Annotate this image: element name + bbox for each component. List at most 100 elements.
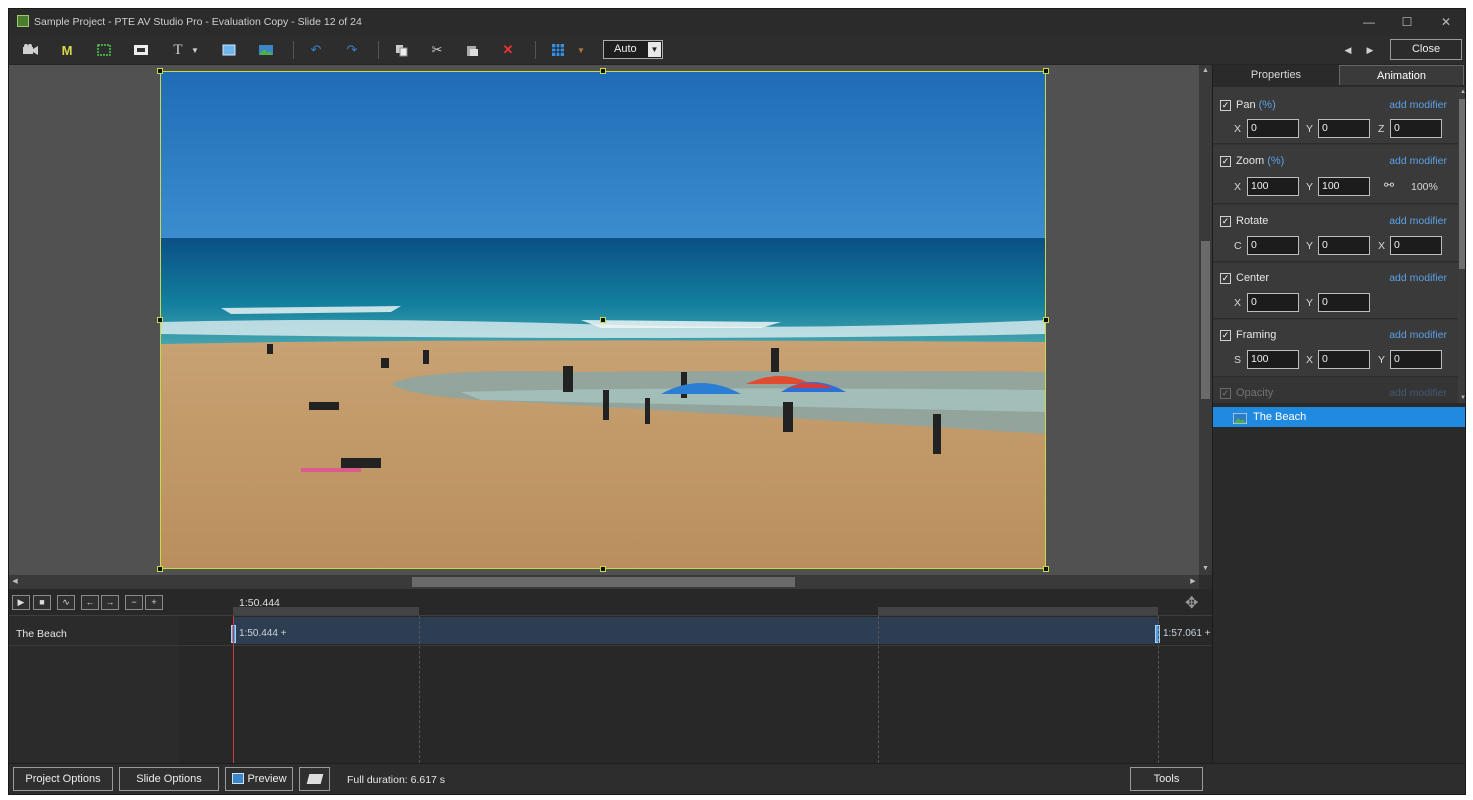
slide-boundary — [878, 616, 879, 763]
next-slide-icon[interactable]: ▶ — [1363, 41, 1377, 59]
framing-y-input[interactable]: 0 — [1390, 350, 1442, 369]
image-icon[interactable] — [130, 41, 152, 59]
track-divider — [9, 645, 1212, 646]
rotate-x-input[interactable]: 0 — [1390, 236, 1442, 255]
maximize-icon[interactable]: ☐ — [1399, 14, 1415, 30]
rotate-y-input[interactable]: 0 — [1318, 236, 1370, 255]
redo-icon[interactable]: ↷ — [341, 41, 363, 59]
rotate-label: Rotate — [1236, 215, 1269, 227]
grid-icon[interactable] — [547, 41, 569, 59]
center-x-input[interactable]: 0 — [1247, 293, 1299, 312]
opacity-checkbox[interactable]: ✓ — [1220, 388, 1231, 399]
center-handle[interactable] — [600, 317, 606, 323]
canvas-horizontal-scrollbar[interactable]: ◀ ▶ — [9, 575, 1199, 589]
delete-icon[interactable]: ✕ — [497, 41, 519, 59]
rotate-c-label: C — [1234, 240, 1242, 252]
stop-icon[interactable]: ■ — [33, 595, 51, 610]
slide-canvas[interactable] — [9, 65, 1199, 575]
main-toolbar: M T ▼ ↶ ↷ ✂ ✕ ▼ Auto ▼ ◀ ▶ Close — [9, 35, 1465, 65]
scroll-right-icon[interactable]: ▶ — [1187, 575, 1199, 589]
track-bar[interactable] — [233, 617, 1159, 644]
zoom-y-input[interactable]: 100 — [1318, 177, 1370, 196]
rotate-c-input[interactable]: 0 — [1247, 236, 1299, 255]
close-window-icon[interactable]: ✕ — [1438, 14, 1454, 30]
undo-icon[interactable]: ↶ — [305, 41, 327, 59]
tab-properties[interactable]: Properties — [1213, 65, 1339, 85]
framing-checkbox[interactable]: ✓ — [1220, 330, 1231, 341]
paste-icon[interactable] — [461, 41, 483, 59]
prev-keyframe-icon[interactable]: ← — [81, 595, 99, 610]
framing-x-input[interactable]: 0 — [1318, 350, 1370, 369]
pan-add-modifier-link[interactable]: add modifier — [1389, 99, 1447, 111]
resize-handle-sw[interactable] — [157, 566, 163, 572]
frame-icon[interactable] — [93, 41, 115, 59]
tools-button[interactable]: Tools — [1130, 767, 1203, 791]
center-checkbox[interactable]: ✓ — [1220, 273, 1231, 284]
picture-icon[interactable] — [255, 41, 277, 59]
grid-dropdown-icon[interactable]: ▼ — [575, 41, 587, 59]
zoom-checkbox[interactable]: ✓ — [1220, 156, 1231, 167]
track-name[interactable]: The Beach — [16, 628, 67, 640]
framing-s-input[interactable]: 100 — [1247, 350, 1299, 369]
previous-slide-icon[interactable]: ◀ — [1341, 41, 1355, 59]
scroll-down-icon[interactable]: ▼ — [1199, 563, 1212, 575]
project-options-button[interactable]: Project Options — [13, 767, 113, 791]
text-icon[interactable]: T — [167, 41, 189, 59]
rotate-add-modifier-link[interactable]: add modifier — [1389, 215, 1447, 227]
scroll-left-icon[interactable]: ◀ — [9, 575, 21, 589]
scroll-down-icon[interactable]: ▼ — [1458, 393, 1465, 403]
resize-handle-nw[interactable] — [157, 68, 163, 74]
pan-checkbox[interactable]: ✓ — [1220, 100, 1231, 111]
slide-options-button[interactable]: Slide Options — [119, 767, 219, 791]
camera-icon[interactable] — [19, 41, 41, 59]
center-add-modifier-link[interactable]: add modifier — [1389, 272, 1447, 284]
rotate-checkbox[interactable]: ✓ — [1220, 216, 1231, 227]
minimize-icon[interactable]: — — [1361, 14, 1377, 30]
resize-handle-e[interactable] — [1043, 317, 1049, 323]
copy-icon[interactable] — [390, 41, 412, 59]
waveform-icon[interactable]: ∿ — [57, 595, 75, 610]
text-dropdown-icon[interactable]: ▼ — [189, 41, 201, 59]
link-icon[interactable]: ⚯ — [1384, 178, 1394, 192]
scroll-up-icon[interactable]: ▲ — [1458, 87, 1465, 97]
object-list-item[interactable]: The Beach — [1213, 407, 1465, 427]
pan-z-input[interactable]: 0 — [1390, 119, 1442, 138]
grid-mode-select[interactable]: Auto ▼ — [603, 40, 663, 59]
framing-section: ✓ Framing add modifier S 100 X 0 Y 0 — [1213, 320, 1458, 377]
move-icon[interactable]: ✥ — [1185, 593, 1198, 613]
pan-y-input[interactable]: 0 — [1318, 119, 1370, 138]
remove-keyframe-icon[interactable]: − — [125, 595, 143, 610]
framing-add-modifier-link[interactable]: add modifier — [1389, 329, 1447, 341]
resize-handle-ne[interactable] — [1043, 68, 1049, 74]
rotate-x-label: X — [1378, 240, 1386, 252]
rectangle-icon[interactable] — [218, 41, 240, 59]
center-y-input[interactable]: 0 — [1318, 293, 1370, 312]
properties-panel: Properties Animation ✓ Pan (%) add modif… — [1212, 65, 1465, 763]
close-button[interactable]: Close — [1390, 39, 1462, 60]
opacity-add-modifier-link[interactable]: add modifier — [1389, 387, 1447, 399]
resize-handle-w[interactable] — [157, 317, 163, 323]
resize-handle-se[interactable] — [1043, 566, 1049, 572]
zoom-add-modifier-link[interactable]: add modifier — [1389, 155, 1447, 167]
preview-button[interactable]: Preview — [225, 767, 293, 791]
next-keyframe-icon[interactable]: → — [101, 595, 119, 610]
rotate-y-label: Y — [1306, 240, 1314, 252]
cut-icon[interactable]: ✂ — [426, 41, 448, 59]
playhead[interactable] — [233, 616, 234, 763]
tab-animation[interactable]: Animation — [1339, 65, 1464, 85]
scroll-up-icon[interactable]: ▲ — [1199, 65, 1212, 77]
bottom-bar: Project Options Slide Options Preview Fu… — [9, 763, 1465, 794]
scrollbar-thumb[interactable] — [1201, 241, 1210, 399]
zoom-x-input[interactable]: 100 — [1247, 177, 1299, 196]
add-keyframe-icon[interactable]: + — [145, 595, 163, 610]
resize-handle-n[interactable] — [600, 68, 606, 74]
play-icon[interactable]: ▶ — [12, 595, 30, 610]
scrollbar-thumb[interactable] — [1459, 99, 1465, 269]
pan-x-input[interactable]: 0 — [1247, 119, 1299, 138]
animation-scrollbar[interactable]: ▲ ▼ — [1458, 87, 1465, 403]
canvas-vertical-scrollbar[interactable]: ▲ ▼ — [1199, 65, 1212, 575]
resize-handle-s[interactable] — [600, 566, 606, 572]
scrollbar-thumb[interactable] — [412, 577, 795, 587]
mask-icon[interactable]: M — [56, 41, 78, 59]
publish-button[interactable] — [299, 767, 330, 791]
